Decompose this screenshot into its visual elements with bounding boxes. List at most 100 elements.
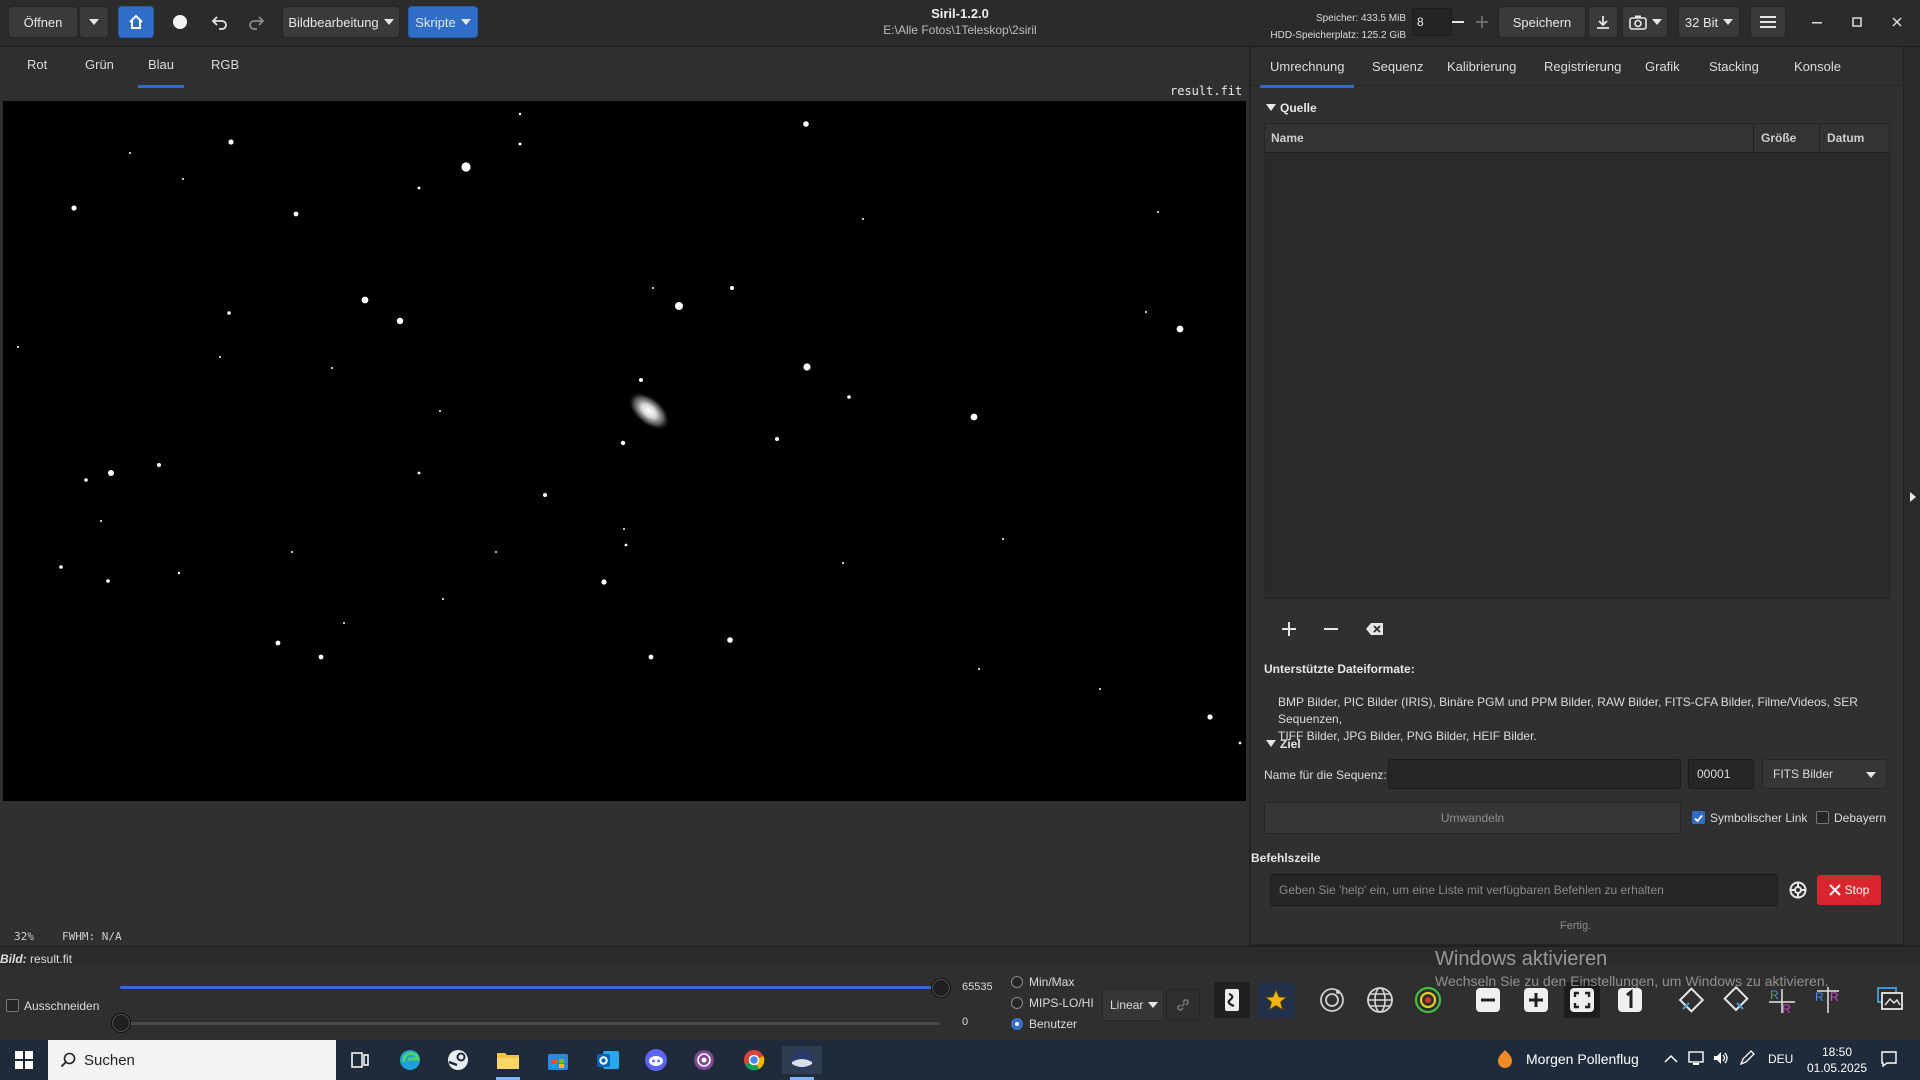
- taskbar-store[interactable]: [538, 1046, 578, 1074]
- high-value: 65535: [962, 981, 993, 993]
- tab-calibration[interactable]: Kalibrierung: [1447, 59, 1516, 74]
- notifications-button[interactable]: [1880, 1050, 1898, 1071]
- tab-rgb[interactable]: RGB: [211, 57, 239, 72]
- snapshot-button[interactable]: [1622, 6, 1668, 38]
- open-button[interactable]: Öffnen: [8, 6, 78, 38]
- source-section-toggle[interactable]: Quelle: [1266, 101, 1317, 115]
- debayer-checkbox[interactable]: [1816, 811, 1829, 824]
- volume-icon[interactable]: [1712, 1050, 1730, 1069]
- star: [293, 211, 299, 217]
- taskbar-discord[interactable]: [636, 1046, 676, 1074]
- mode-radio-user[interactable]: [1011, 1018, 1023, 1030]
- high-slider-handle[interactable]: [931, 978, 951, 998]
- task-view-button[interactable]: [340, 1046, 380, 1074]
- convert-button[interactable]: Umwandeln: [1264, 802, 1681, 834]
- command-help-button[interactable]: [1784, 876, 1812, 904]
- low-value: 0: [962, 1016, 969, 1028]
- tab-stacking[interactable]: Stacking: [1709, 59, 1759, 74]
- target-section-toggle[interactable]: Ziel: [1266, 737, 1301, 751]
- weather-text[interactable]: Morgen Pollenflug: [1526, 1051, 1639, 1067]
- column-date[interactable]: Datum: [1827, 131, 1864, 145]
- command-input[interactable]: Geben Sie 'help' ein, um eine Liste mit …: [1270, 874, 1778, 906]
- home-button[interactable]: [118, 6, 154, 38]
- tray-overflow-icon[interactable]: [1664, 1052, 1678, 1067]
- pen-icon[interactable]: [1738, 1050, 1756, 1069]
- mode-radio-mips[interactable]: [1011, 997, 1023, 1009]
- bit-depth-menu[interactable]: 32 Bit: [1678, 6, 1740, 38]
- image-viewer[interactable]: [3, 101, 1246, 801]
- astrometry-button[interactable]: [1362, 982, 1398, 1018]
- taskbar-siril[interactable]: [782, 1046, 822, 1080]
- undo-button[interactable]: [204, 6, 236, 38]
- save-as-button[interactable]: [1588, 6, 1618, 38]
- scripts-menu[interactable]: Skripte: [408, 6, 478, 38]
- symlink-checkbox[interactable]: [1692, 811, 1705, 824]
- image-processing-menu[interactable]: Bildbearbeitung: [282, 6, 400, 38]
- pane-divider[interactable]: [1249, 47, 1251, 947]
- source-file-table[interactable]: Name Größe Datum: [1264, 123, 1890, 599]
- taskbar-steam[interactable]: [438, 1046, 478, 1074]
- tab-sequence[interactable]: Sequenz: [1372, 59, 1423, 74]
- weather-icon[interactable]: [1494, 1048, 1518, 1072]
- taskbar-search[interactable]: Suchen: [48, 1040, 336, 1080]
- globe-icon: [1367, 987, 1393, 1013]
- image-stack-icon: [1877, 987, 1903, 1010]
- start-index-input[interactable]: 00001: [1688, 759, 1754, 789]
- tab-red[interactable]: Rot: [27, 57, 47, 72]
- column-size[interactable]: Größe: [1761, 131, 1796, 145]
- close-icon: [1892, 17, 1902, 27]
- start-button[interactable]: [4, 1046, 44, 1074]
- star-icon: [1264, 988, 1288, 1011]
- clock[interactable]: 18:50 01.05.2025: [1806, 1044, 1868, 1076]
- taskbar-edge[interactable]: [390, 1046, 430, 1074]
- tab-registration[interactable]: Registrierung: [1544, 59, 1621, 74]
- remove-files-button[interactable]: [1318, 614, 1344, 644]
- colormap-button[interactable]: [1258, 982, 1294, 1018]
- column-name[interactable]: Name: [1271, 131, 1304, 145]
- tab-blue[interactable]: Blau: [137, 57, 185, 88]
- supported-formats-text: BMP Bilder, PIC Bilder (IRIS), Binäre PG…: [1278, 694, 1920, 745]
- add-files-button[interactable]: [1276, 614, 1302, 644]
- photometry-button[interactable]: [1314, 982, 1350, 1018]
- tab-conversion[interactable]: Umrechnung: [1259, 59, 1355, 88]
- taskbar-chrome[interactable]: [734, 1046, 774, 1074]
- redo-button[interactable]: [240, 6, 272, 38]
- star: [862, 218, 864, 220]
- mode-radio-minmax[interactable]: [1011, 976, 1023, 988]
- low-slider-track[interactable]: [120, 1022, 940, 1025]
- output-format-select[interactable]: FITS Bilder: [1762, 759, 1887, 789]
- sequence-name-input[interactable]: [1388, 759, 1681, 789]
- crop-checkbox[interactable]: [6, 999, 19, 1012]
- threads-increment-button[interactable]: [1468, 6, 1496, 38]
- low-slider-handle[interactable]: [111, 1013, 131, 1033]
- clear-files-button[interactable]: [1362, 614, 1388, 644]
- link-channels-button[interactable]: [1166, 989, 1200, 1021]
- close-icon: [1828, 884, 1841, 896]
- taskbar-tor-browser[interactable]: [684, 1046, 724, 1074]
- main-menu-button[interactable]: [1750, 6, 1786, 38]
- livestack-button[interactable]: [162, 6, 198, 38]
- image-info-button[interactable]: [1872, 982, 1908, 1018]
- tor-icon: [694, 1050, 714, 1070]
- star: [439, 410, 441, 412]
- star: [129, 152, 131, 154]
- open-recent-dropdown[interactable]: [79, 6, 109, 38]
- stop-button[interactable]: Stop: [1817, 875, 1881, 905]
- stretch-mode-select[interactable]: Linear: [1102, 989, 1164, 1021]
- memory-info: Speicher: 433.5 MiB HDD-Speicherplatz: 1…: [1226, 10, 1406, 44]
- language-indicator[interactable]: DEU: [1768, 1052, 1793, 1066]
- panel-collapse-handle[interactable]: [1903, 47, 1920, 947]
- notification-icon: [1881, 1051, 1897, 1068]
- taskbar-file-explorer[interactable]: [488, 1046, 528, 1080]
- negative-view-button[interactable]: [1214, 982, 1250, 1018]
- open-label: Öffnen: [23, 14, 63, 30]
- tab-plot[interactable]: Grafik: [1645, 59, 1680, 74]
- tab-green[interactable]: Grün: [85, 57, 114, 72]
- tab-console[interactable]: Konsole: [1794, 59, 1841, 74]
- taskbar-outlook[interactable]: [588, 1046, 628, 1074]
- star: [518, 142, 522, 146]
- close-button[interactable]: [1874, 10, 1920, 34]
- network-icon[interactable]: [1688, 1050, 1706, 1069]
- star: [59, 565, 63, 569]
- save-button[interactable]: Speichern: [1498, 6, 1586, 38]
